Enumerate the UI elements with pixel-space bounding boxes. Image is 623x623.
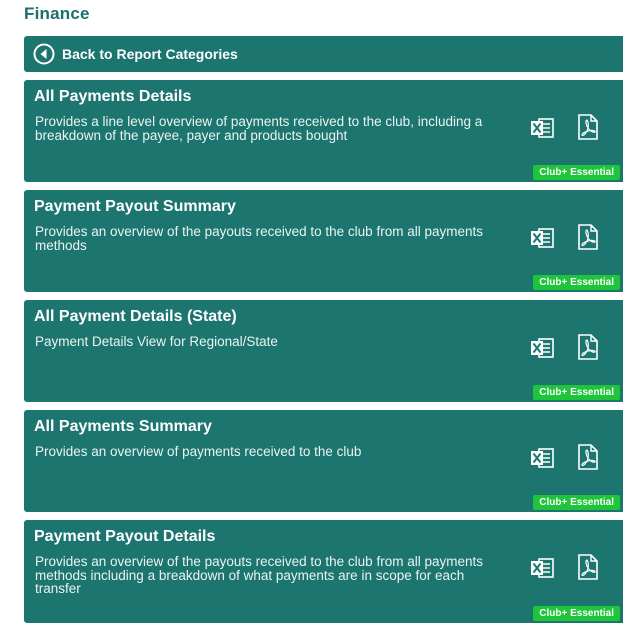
report-description: Provides an overview of the payouts rece… bbox=[35, 224, 483, 253]
report-description: Provides a line level overview of paymen… bbox=[35, 114, 483, 143]
report-description: Provides an overview of the payouts rece… bbox=[35, 554, 483, 596]
excel-export-icon[interactable] bbox=[530, 116, 556, 140]
club-plus-essential-badge: Club+ Essential bbox=[533, 165, 620, 180]
club-plus-essential-badge: Club+ Essential bbox=[533, 275, 620, 290]
club-plus-essential-badge: Club+ Essential bbox=[533, 495, 620, 510]
pdf-export-icon[interactable] bbox=[576, 554, 600, 580]
circle-arrow-left-icon bbox=[33, 43, 55, 65]
pdf-export-icon[interactable] bbox=[576, 114, 600, 140]
back-button-label: Back to Report Categories bbox=[62, 46, 238, 62]
pdf-export-icon[interactable] bbox=[576, 334, 600, 360]
report-title: Payment Payout Summary bbox=[34, 198, 236, 215]
report-card-all-payments-details[interactable]: All Payments Details Provides a line lev… bbox=[24, 80, 623, 182]
excel-export-icon[interactable] bbox=[530, 556, 556, 580]
finance-reports-page: Finance Back to Report Categories All Pa… bbox=[0, 0, 623, 623]
report-title: All Payments Details bbox=[34, 88, 192, 105]
report-title: Payment Payout Details bbox=[34, 528, 216, 545]
back-to-report-categories-button[interactable]: Back to Report Categories bbox=[24, 36, 623, 72]
report-card-all-payments-summary[interactable]: All Payments Summary Provides an overvie… bbox=[24, 410, 623, 512]
report-card-all-payment-details-state[interactable]: All Payment Details (State) Payment Deta… bbox=[24, 300, 623, 402]
report-card-payment-payout-summary[interactable]: Payment Payout Summary Provides an overv… bbox=[24, 190, 623, 292]
pdf-export-icon[interactable] bbox=[576, 444, 600, 470]
pdf-export-icon[interactable] bbox=[576, 224, 600, 250]
excel-export-icon[interactable] bbox=[530, 446, 556, 470]
club-plus-essential-badge: Club+ Essential bbox=[533, 385, 620, 400]
club-plus-essential-badge: Club+ Essential bbox=[533, 606, 620, 621]
report-description: Provides an overview of payments receive… bbox=[35, 444, 362, 459]
report-description: Payment Details View for Regional/State bbox=[35, 334, 278, 349]
section-title: Finance bbox=[24, 4, 90, 23]
excel-export-icon[interactable] bbox=[530, 226, 556, 250]
report-card-payment-payout-details[interactable]: Payment Payout Details Provides an overv… bbox=[24, 520, 623, 623]
report-title: All Payment Details (State) bbox=[34, 308, 237, 325]
excel-export-icon[interactable] bbox=[530, 336, 556, 360]
report-title: All Payments Summary bbox=[34, 418, 212, 435]
